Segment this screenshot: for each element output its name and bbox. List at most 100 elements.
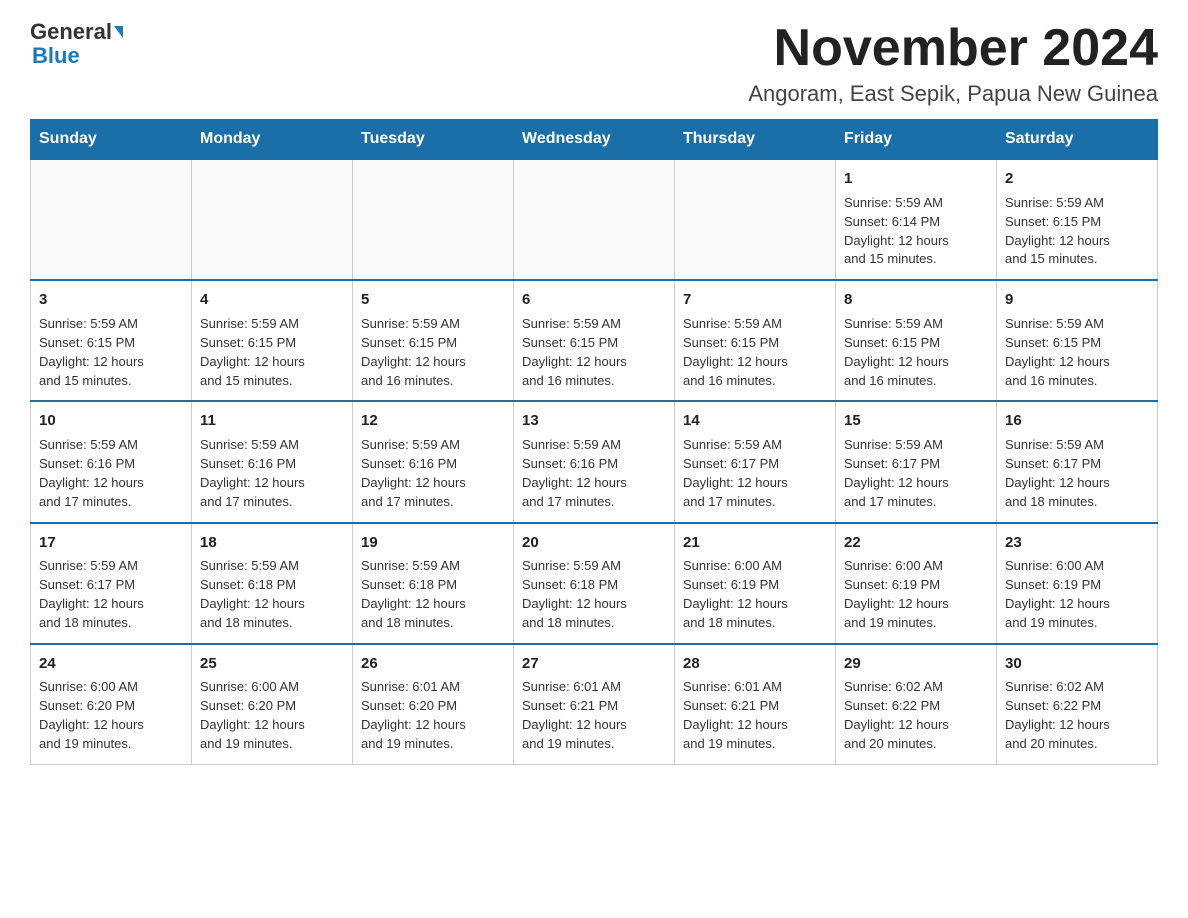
month-title: November 2024 — [748, 20, 1158, 77]
day-number: 1 — [844, 168, 988, 190]
calendar-cell: 26Sunrise: 6:01 AMSunset: 6:20 PMDayligh… — [353, 644, 514, 765]
calendar-cell: 24 Sunrise: 6:00 AMSunset: 6:20 PMDayligh… — [31, 644, 192, 765]
day-info: Sunrise: 5:59 AMSunset: 6:15 PMDaylight:… — [1005, 316, 1110, 388]
calendar-cell: 21 Sunrise: 6:00 AMSunset: 6:19 PMDayligh… — [675, 523, 836, 644]
calendar-cell: 8 Sunrise: 5:59 AMSunset: 6:15 PMDaylight… — [836, 280, 997, 401]
day-info: Sunrise: 5:59 AMSunset: 6:14 PMDaylight:… — [844, 195, 949, 267]
logo-triangle-icon — [114, 26, 123, 38]
day-info: Sunrise: 5:59 AMSunset: 6:15 PMDaylight:… — [683, 316, 788, 388]
day-info: Sunrise: 5:59 AMSunset: 6:15 PMDaylight:… — [1005, 195, 1110, 267]
day-info: Sunrise: 6:01 AMSunset: 6:20 PMDaylight:… — [361, 679, 466, 751]
day-number: 13 — [522, 410, 666, 432]
day-number: 9 — [1005, 289, 1149, 311]
day-info: Sunrise: 5:59 AMSunset: 6:17 PMDaylight:… — [844, 437, 949, 509]
day-number: 30 — [1005, 653, 1149, 675]
calendar-table: SundayMondayTuesdayWednesdayThursdayFrid… — [30, 119, 1158, 765]
calendar-cell: 12 Sunrise: 5:59 AMSunset: 6:16 PMDayligh… — [353, 401, 514, 522]
day-number: 12 — [361, 410, 505, 432]
day-info: Sunrise: 5:59 AMSunset: 6:17 PMDaylight:… — [39, 558, 144, 630]
calendar-cell: 7 Sunrise: 5:59 AMSunset: 6:15 PMDaylight… — [675, 280, 836, 401]
day-number: 10 — [39, 410, 183, 432]
day-number: 4 — [200, 289, 344, 311]
day-number: 3 — [39, 289, 183, 311]
day-info: Sunrise: 6:02 AMSunset: 6:22 PMDaylight:… — [844, 679, 949, 751]
calendar-header-friday: Friday — [836, 120, 997, 160]
location-title: Angoram, East Sepik, Papua New Guinea — [748, 81, 1158, 107]
calendar-cell: 18Sunrise: 5:59 AMSunset: 6:18 PMDayligh… — [192, 523, 353, 644]
day-info: Sunrise: 5:59 AMSunset: 6:16 PMDaylight:… — [361, 437, 466, 509]
calendar-cell: 10 Sunrise: 5:59 AMSunset: 6:16 PMDayligh… — [31, 401, 192, 522]
calendar-header-row: SundayMondayTuesdayWednesdayThursdayFrid… — [31, 120, 1158, 160]
day-number: 20 — [522, 532, 666, 554]
calendar-cell: 11Sunrise: 5:59 AMSunset: 6:16 PMDayligh… — [192, 401, 353, 522]
day-number: 19 — [361, 532, 505, 554]
day-number: 18 — [200, 532, 344, 554]
calendar-cell: 3 Sunrise: 5:59 AMSunset: 6:15 PMDaylight… — [31, 280, 192, 401]
calendar-cell: 22 Sunrise: 6:00 AMSunset: 6:19 PMDayligh… — [836, 523, 997, 644]
day-number: 23 — [1005, 532, 1149, 554]
day-number: 6 — [522, 289, 666, 311]
page-header: General Blue November 2024 Angoram, East… — [30, 20, 1158, 107]
calendar-cell: 1 Sunrise: 5:59 AMSunset: 6:14 PMDaylight… — [836, 159, 997, 280]
day-info: Sunrise: 6:01 AMSunset: 6:21 PMDaylight:… — [522, 679, 627, 751]
calendar-cell: 14 Sunrise: 5:59 AMSunset: 6:17 PMDayligh… — [675, 401, 836, 522]
calendar-cell: 4 Sunrise: 5:59 AMSunset: 6:15 PMDaylight… — [192, 280, 353, 401]
day-info: Sunrise: 6:00 AMSunset: 6:20 PMDaylight:… — [39, 679, 144, 751]
day-info: Sunrise: 5:59 AMSunset: 6:15 PMDaylight:… — [200, 316, 305, 388]
day-info: Sunrise: 5:59 AMSunset: 6:17 PMDaylight:… — [683, 437, 788, 509]
calendar-cell — [675, 159, 836, 280]
day-info: Sunrise: 6:00 AMSunset: 6:19 PMDaylight:… — [844, 558, 949, 630]
day-number: 16 — [1005, 410, 1149, 432]
day-number: 8 — [844, 289, 988, 311]
day-number: 21 — [683, 532, 827, 554]
day-info: Sunrise: 5:59 AMSunset: 6:15 PMDaylight:… — [39, 316, 144, 388]
calendar-header-tuesday: Tuesday — [353, 120, 514, 160]
day-number: 24 — [39, 653, 183, 675]
calendar-cell: 29 Sunrise: 6:02 AMSunset: 6:22 PMDayligh… — [836, 644, 997, 765]
day-number: 22 — [844, 532, 988, 554]
day-info: Sunrise: 5:59 AMSunset: 6:16 PMDaylight:… — [39, 437, 144, 509]
day-info: Sunrise: 6:00 AMSunset: 6:19 PMDaylight:… — [683, 558, 788, 630]
calendar-cell: 16Sunrise: 5:59 AMSunset: 6:17 PMDayligh… — [997, 401, 1158, 522]
calendar-cell: 27 Sunrise: 6:01 AMSunset: 6:21 PMDayligh… — [514, 644, 675, 765]
calendar-cell: 5 Sunrise: 5:59 AMSunset: 6:15 PMDaylight… — [353, 280, 514, 401]
day-number: 25 — [200, 653, 344, 675]
calendar-header-wednesday: Wednesday — [514, 120, 675, 160]
calendar-cell: 28 Sunrise: 6:01 AMSunset: 6:21 PMDayligh… — [675, 644, 836, 765]
day-number: 28 — [683, 653, 827, 675]
calendar-cell — [514, 159, 675, 280]
day-info: Sunrise: 5:59 AMSunset: 6:16 PMDaylight:… — [522, 437, 627, 509]
calendar-header-monday: Monday — [192, 120, 353, 160]
day-info: Sunrise: 5:59 AMSunset: 6:15 PMDaylight:… — [361, 316, 466, 388]
calendar-week-row: 24 Sunrise: 6:00 AMSunset: 6:20 PMDayligh… — [31, 644, 1158, 765]
logo-blue: Blue — [32, 43, 80, 68]
calendar-week-row: 1 Sunrise: 5:59 AMSunset: 6:14 PMDaylight… — [31, 159, 1158, 280]
calendar-cell: 15Sunrise: 5:59 AMSunset: 6:17 PMDayligh… — [836, 401, 997, 522]
calendar-cell: 19Sunrise: 5:59 AMSunset: 6:18 PMDayligh… — [353, 523, 514, 644]
day-info: Sunrise: 6:00 AMSunset: 6:19 PMDaylight:… — [1005, 558, 1110, 630]
day-number: 29 — [844, 653, 988, 675]
day-number: 7 — [683, 289, 827, 311]
logo: General Blue — [30, 20, 123, 68]
calendar-cell: 23 Sunrise: 6:00 AMSunset: 6:19 PMDayligh… — [997, 523, 1158, 644]
day-info: Sunrise: 6:01 AMSunset: 6:21 PMDaylight:… — [683, 679, 788, 751]
day-number: 11 — [200, 410, 344, 432]
day-number: 27 — [522, 653, 666, 675]
calendar-cell: 6 Sunrise: 5:59 AMSunset: 6:15 PMDaylight… — [514, 280, 675, 401]
calendar-week-row: 10 Sunrise: 5:59 AMSunset: 6:16 PMDayligh… — [31, 401, 1158, 522]
calendar-week-row: 3 Sunrise: 5:59 AMSunset: 6:15 PMDaylight… — [31, 280, 1158, 401]
day-info: Sunrise: 6:00 AMSunset: 6:20 PMDaylight:… — [200, 679, 305, 751]
day-info: Sunrise: 5:59 AMSunset: 6:15 PMDaylight:… — [522, 316, 627, 388]
calendar-header-thursday: Thursday — [675, 120, 836, 160]
day-number: 5 — [361, 289, 505, 311]
day-number: 17 — [39, 532, 183, 554]
day-number: 14 — [683, 410, 827, 432]
logo-general: General — [30, 20, 112, 44]
day-info: Sunrise: 5:59 AMSunset: 6:15 PMDaylight:… — [844, 316, 949, 388]
calendar-header-sunday: Sunday — [31, 120, 192, 160]
calendar-week-row: 17 Sunrise: 5:59 AMSunset: 6:17 PMDayligh… — [31, 523, 1158, 644]
calendar-cell: 20 Sunrise: 5:59 AMSunset: 6:18 PMDayligh… — [514, 523, 675, 644]
day-info: Sunrise: 5:59 AMSunset: 6:18 PMDaylight:… — [522, 558, 627, 630]
title-block: November 2024 Angoram, East Sepik, Papua… — [748, 20, 1158, 107]
calendar-cell: 13 Sunrise: 5:59 AMSunset: 6:16 PMDayligh… — [514, 401, 675, 522]
